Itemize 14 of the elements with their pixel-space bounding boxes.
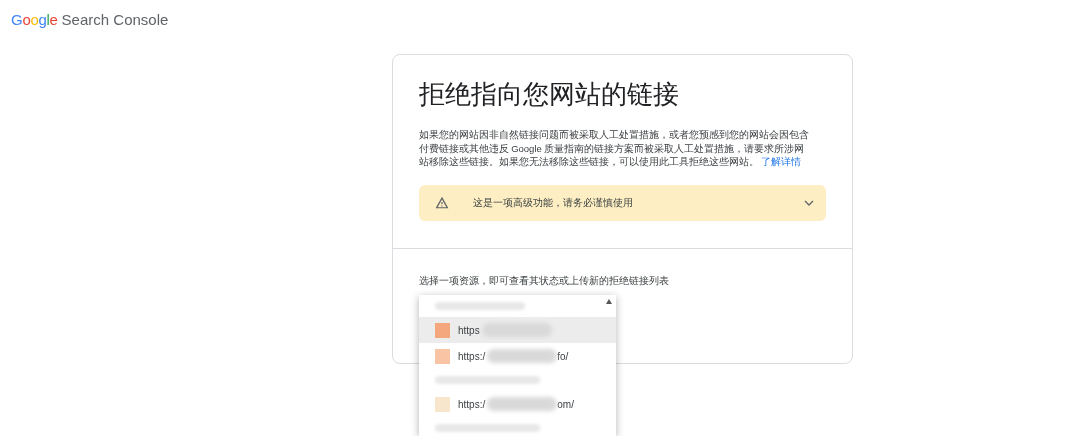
property-option[interactable]: https:/ om/ <box>419 391 616 417</box>
page-title: 拒绝指向您网站的链接 <box>418 79 680 111</box>
warning-banner[interactable]: 这是一项高级功能，请务必谨慎使用 <box>418 184 826 221</box>
product-name: Search Console <box>61 9 169 30</box>
description-text: 如果您的网站因非自然链接问题而被采取人工处置措施，或者您预感到您的网站会因包含付费链接或其他违反 Google 质量指南的链接方案而被采取人工处置措施，请要求所涉网站移除这些链接。如果您无法移除这些链接，可以使用此工具拒绝这些网站。 了解详情 <box>418 128 810 169</box>
property-prompt: 选择一项资源，即可查看其状态或上传新的拒绝链接列表 <box>418 273 670 288</box>
logo-wordmark: Google <box>11 9 58 30</box>
chevron-icon <box>803 199 814 206</box>
warning-icon <box>434 196 449 210</box>
property-option[interactable]: https <box>419 317 616 343</box>
scroll-up-icon[interactable] <box>606 299 612 304</box>
learn-more-link[interactable]: 了解详情 <box>761 156 802 168</box>
property-option[interactable]: https:/ fo/ <box>419 343 616 369</box>
warning-text: 这是一项高级功能，请务必谨慎使用 <box>472 195 633 210</box>
